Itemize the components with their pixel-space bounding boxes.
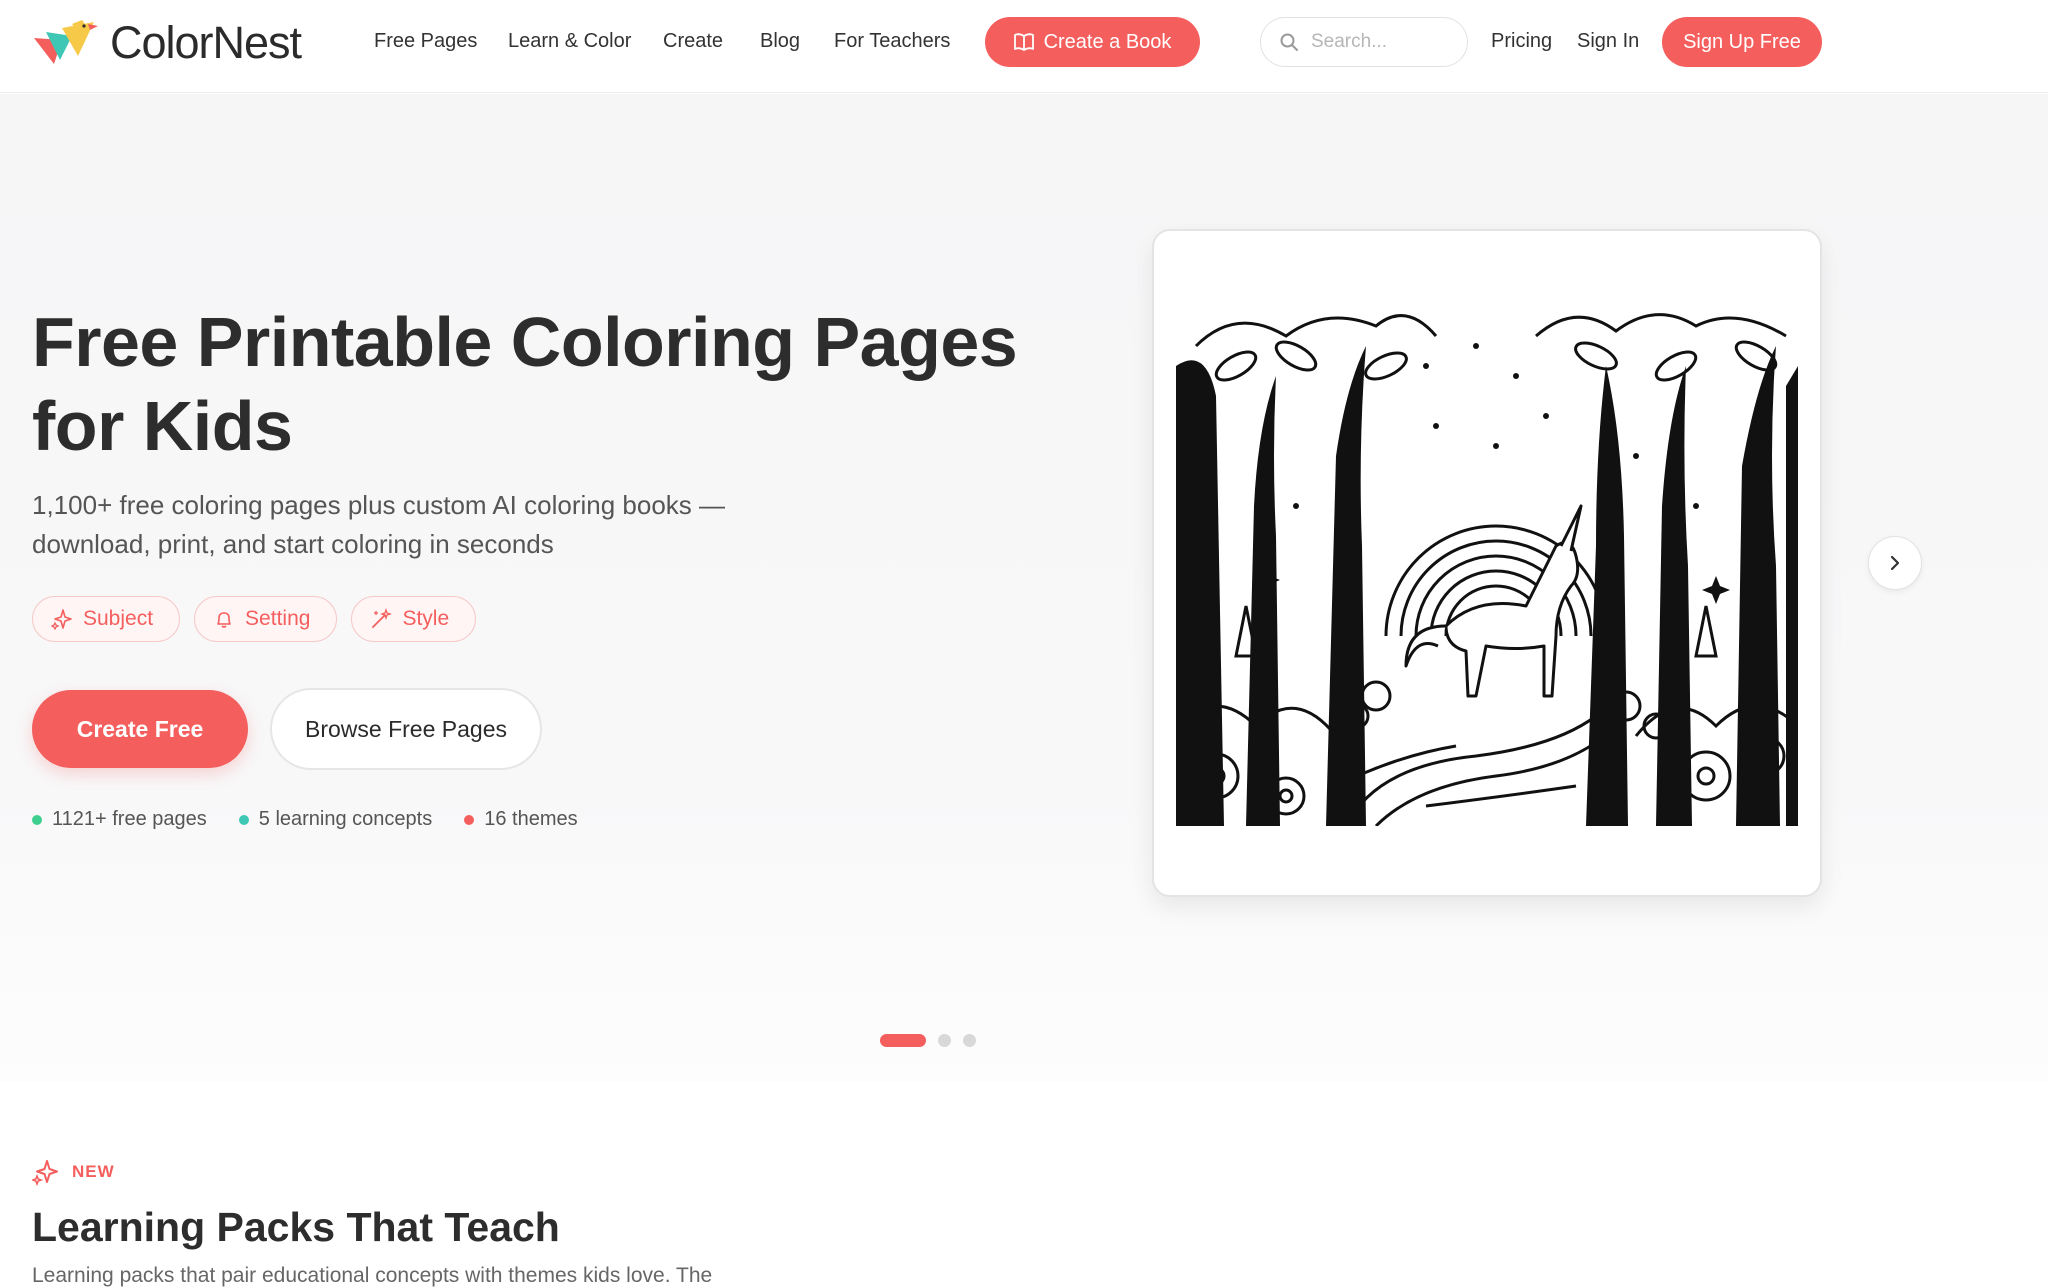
stat-themes: 16 themes — [464, 808, 578, 831]
red-dot-icon — [464, 814, 475, 825]
teal-dot-icon — [238, 814, 249, 825]
carousel-indicators — [880, 1034, 976, 1047]
stat-themes-text: 16 themes — [484, 808, 578, 830]
magic-wand-icon — [372, 608, 393, 628]
new-badge-text: NEW — [72, 1162, 115, 1181]
stat-learning-concepts: 5 learning concepts — [238, 808, 433, 831]
sign-up-button[interactable]: Sign Up Free — [1662, 17, 1822, 67]
carousel-dot-3[interactable] — [963, 1034, 976, 1047]
top-navbar: ColorNest Free Pages Learn & Color Creat… — [0, 0, 2048, 93]
brand-name: ColorNest — [110, 17, 302, 68]
nav-link-pricing[interactable]: Pricing — [1491, 30, 1552, 53]
tag-subject-label: Subject — [83, 607, 154, 630]
tag-style[interactable]: Style — [351, 596, 477, 642]
create-book-label: Create a Book — [1043, 30, 1172, 53]
learning-packs-description: Learning packs that pair educational con… — [32, 1264, 713, 1287]
learning-packs-title: Learning Packs That Teach — [32, 1204, 560, 1250]
carousel-dot-2[interactable] — [938, 1034, 951, 1047]
prompt-tags: Subject Setting Style — [32, 596, 477, 642]
search-input[interactable] — [1311, 31, 1441, 53]
sparkle-icon — [32, 1160, 58, 1186]
coloring-page-preview-card[interactable] — [1152, 229, 1822, 897]
create-free-button[interactable]: Create Free — [32, 690, 248, 768]
logo[interactable]: ColorNest — [32, 17, 302, 68]
create-book-button[interactable]: Create a Book — [985, 17, 1200, 67]
chevron-right-icon — [1890, 555, 1900, 571]
hero-subtitle: 1,100+ free coloring pages plus custom A… — [32, 490, 726, 559]
bell-icon — [217, 612, 231, 628]
carousel-dot-1[interactable] — [880, 1034, 926, 1047]
tag-setting[interactable]: Setting — [194, 596, 338, 642]
search-icon — [1280, 33, 1298, 51]
hero-title: Free Printable Coloring Pages for Kids — [32, 303, 1018, 465]
bird-logo-icon — [34, 20, 98, 64]
hero-stats: 1121+ free pages 5 learning concepts 16 … — [32, 808, 578, 831]
book-icon — [1013, 33, 1034, 51]
nav-link-blog[interactable]: Blog — [760, 30, 800, 53]
nav-link-for-teachers[interactable]: For Teachers — [834, 30, 950, 53]
tag-setting-label: Setting — [245, 607, 311, 630]
carousel-next-button[interactable] — [1868, 536, 1922, 590]
stat-free-pages-text: 1121+ free pages — [52, 808, 207, 830]
unicorn-forest-illustration — [1176, 306, 1798, 826]
browse-free-pages-button[interactable]: Browse Free Pages — [270, 688, 542, 770]
sparkle-icon — [51, 609, 72, 630]
stat-learning-concepts-text: 5 learning concepts — [258, 808, 433, 830]
green-dot-icon — [32, 814, 42, 825]
stat-free-pages: 1121+ free pages — [32, 808, 207, 831]
new-badge: NEW — [32, 1158, 115, 1186]
sign-in-link[interactable]: Sign In — [1577, 30, 1639, 53]
tag-style-label: Style — [402, 607, 450, 630]
search-box[interactable] — [1260, 17, 1468, 67]
nav-link-learn-color[interactable]: Learn & Color — [508, 30, 631, 53]
nav-link-free-pages[interactable]: Free Pages — [374, 30, 477, 53]
tag-subject[interactable]: Subject — [32, 596, 181, 642]
nav-link-create[interactable]: Create — [663, 30, 723, 53]
